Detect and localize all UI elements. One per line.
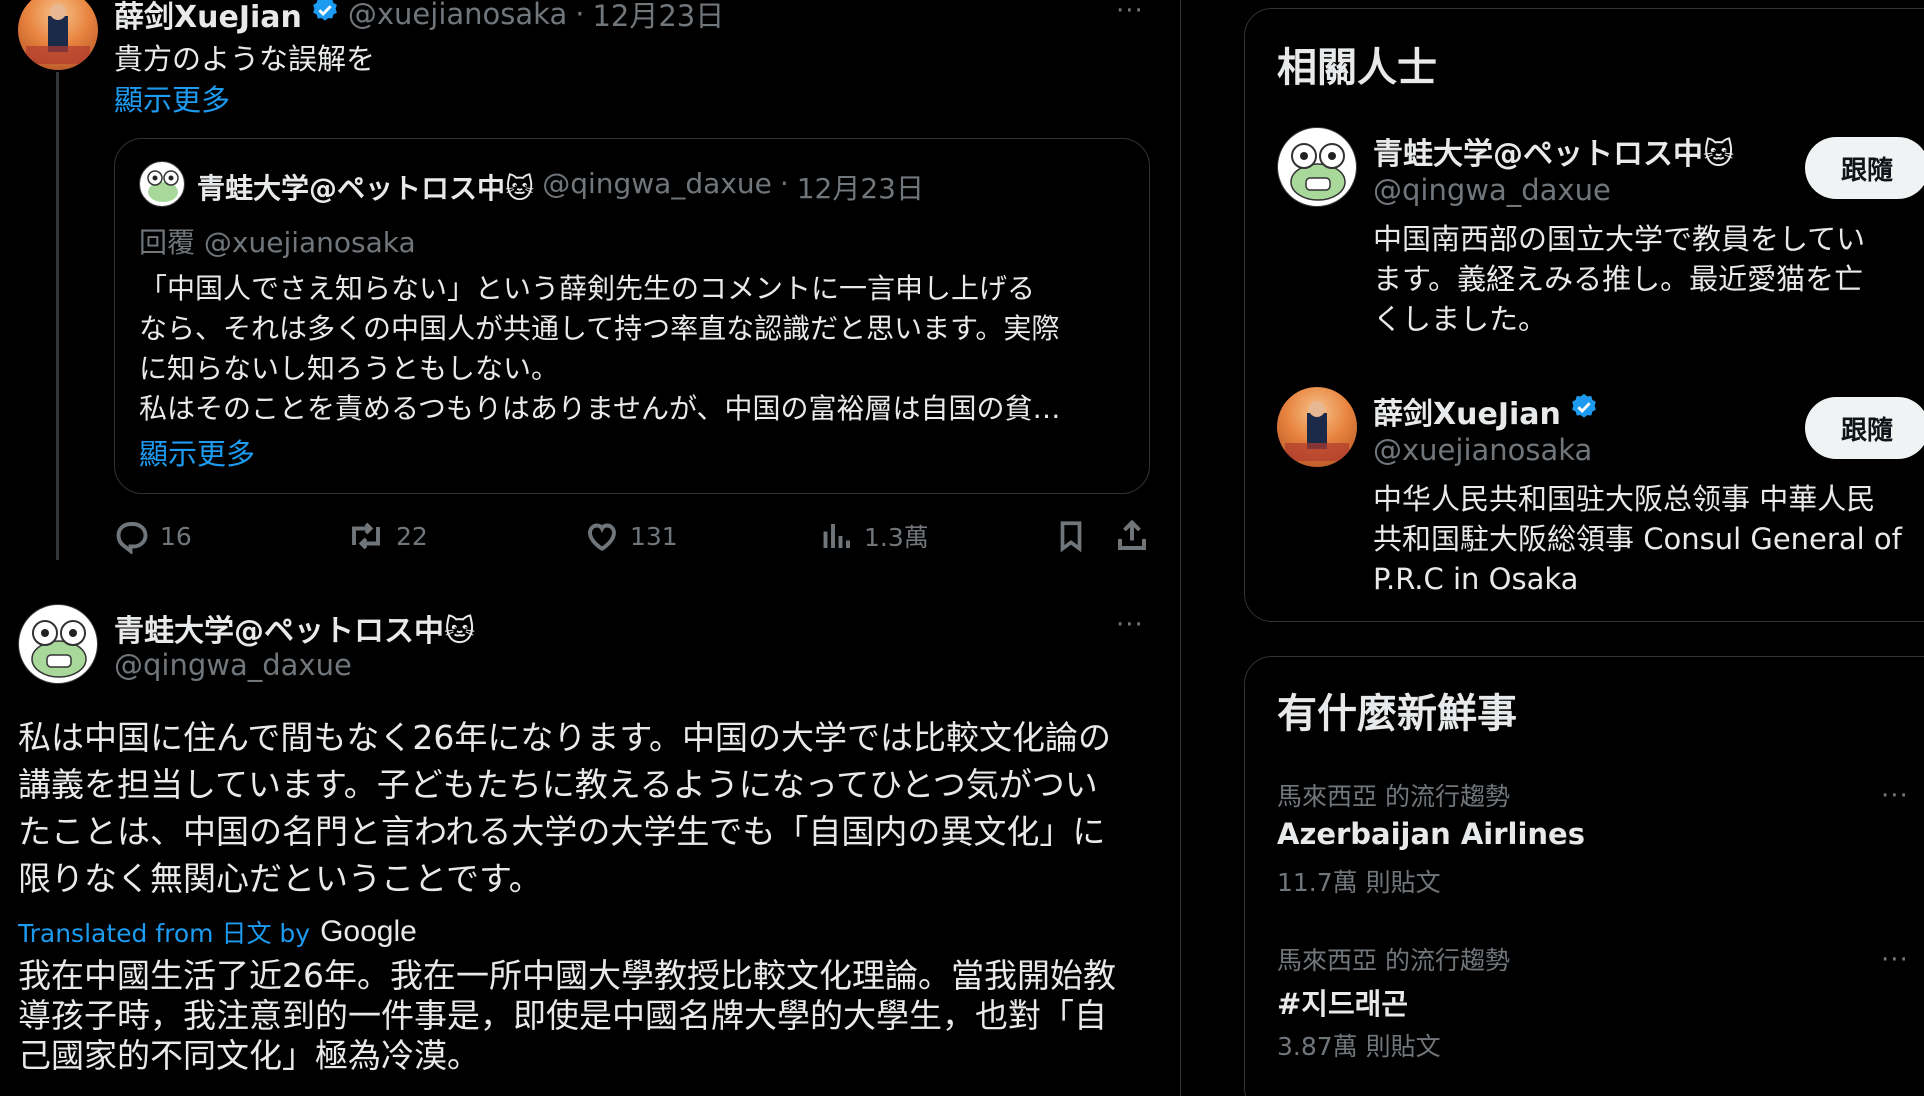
quote-text-line: 私はそのことを責めるつもりはありませんが、中国の富裕層は自国の貧… <box>139 392 1061 425</box>
more-icon[interactable]: ··· <box>1881 947 1909 973</box>
translation-attribution: Translated from 日文 by Google <box>18 914 417 950</box>
tweet-main-text: 私は中国に住んで間もなく26年になります。中国の大学では比較文化論の 講義を担当… <box>18 714 1111 902</box>
translation-line: 導孩子時，我注意到的一件事是，即使是中國名牌大學的大學生，也對「自 <box>18 996 1107 1035</box>
reply-button[interactable]: 16 <box>114 518 192 554</box>
related-people-card: 相關人士 青蛙大学@ペットロス中🐱 @qingwa_daxue 跟隨 中国南西部… <box>1244 8 1924 622</box>
follow-button[interactable]: 跟隨 <box>1805 137 1924 199</box>
tweet-text-line: 限りなく無関心だということです。 <box>18 859 542 898</box>
follow-button[interactable]: 跟隨 <box>1805 397 1924 459</box>
quote-date: 12月23日 <box>796 172 924 205</box>
quote-text-line: なら、それは多くの中国人が共通して持つ率直な認識だと思います。実際 <box>139 312 1060 345</box>
timeline-column: 薛剑XueJian @xuejianosaka · 12月23日 ··· 貴方の… <box>0 0 1181 1096</box>
views-icon <box>823 524 850 548</box>
like-icon <box>588 523 616 552</box>
google-logo: Google <box>320 915 417 948</box>
retweet-icon <box>352 522 380 550</box>
author-name[interactable]: 青蛙大学@ペットロス中🐱 <box>114 606 475 650</box>
translation-line: 己國家的不同文化」極為冷漠。 <box>18 1036 480 1075</box>
quote-tweet-card[interactable]: 青蛙大学@ペットロス中🐱 @qingwa_daxue · 12月23日 回覆 @… <box>114 138 1150 494</box>
bookmark-icon <box>1060 521 1082 553</box>
avatar-qingwa-small <box>139 161 185 207</box>
trend-meta: 馬來西亞 的流行趨勢 <box>1277 946 1510 975</box>
trending-title: 有什麼新鮮事 <box>1277 691 1517 737</box>
related-person-name[interactable]: 青蛙大学@ペットロス中🐱 <box>1373 129 1734 173</box>
avatar-xuejian[interactable] <box>18 0 98 70</box>
bio-line: P.R.C in Osaka <box>1373 562 1579 596</box>
more-icon[interactable]: ··· <box>1116 0 1144 24</box>
related-title: 相關人士 <box>1277 45 1437 91</box>
tweet-text-line: たことは、中国の名門と言われる大学の大学生でも「自国内の異文化」に <box>18 812 1106 851</box>
bio-line: 中华人民共和国驻大阪总领事 中華人民 <box>1373 482 1876 516</box>
thread-connector-line <box>56 72 59 560</box>
verified-icon <box>310 0 340 33</box>
tweet-date[interactable]: 12月23日 <box>592 0 724 35</box>
related-person-bio: 中国南西部の国立大学で教員をしてい ます。義経えみる推し。最近愛猫を亡 くしまし… <box>1373 219 1865 339</box>
trend-name[interactable]: #지드래곤 <box>1277 981 1408 1023</box>
bio-line: 共和国駐大阪総領事 Consul General of <box>1373 522 1902 556</box>
retweet-count: 22 <box>396 521 428 551</box>
author-name[interactable]: 薛剑XueJian <box>114 0 302 36</box>
retweet-button[interactable]: 22 <box>346 518 428 554</box>
show-more-link[interactable]: 顯示更多 <box>114 77 230 119</box>
quote-text-line: 「中国人でさえ知らない」という薛剣先生のコメントに一言申し上げる <box>139 272 1036 305</box>
more-icon[interactable]: ··· <box>1116 612 1144 638</box>
quote-reply-to: 回覆 @xuejianosaka <box>139 226 416 259</box>
bio-line: くしました。 <box>1373 302 1548 336</box>
share-button[interactable] <box>1114 518 1150 554</box>
author-handle[interactable]: @xuejianosaka <box>348 0 567 31</box>
more-icon[interactable]: ··· <box>1881 783 1909 809</box>
separator-dot: · <box>779 167 789 200</box>
views-button[interactable]: 1.3萬 <box>818 518 929 554</box>
related-person-handle[interactable]: @xuejianosaka <box>1373 433 1592 467</box>
avatar-xuejian[interactable] <box>1277 387 1357 467</box>
views-count: 1.3萬 <box>864 523 929 552</box>
like-button[interactable]: 131 <box>584 518 678 554</box>
bio-line: 中国南西部の国立大学で教員をしてい <box>1373 222 1866 256</box>
related-person-handle[interactable]: @qingwa_daxue <box>1373 173 1611 207</box>
tweet-text-line: 私は中国に住んで間もなく26年になります。中国の大学では比較文化論の <box>18 718 1112 757</box>
tweet-top-header: 薛剑XueJian @xuejianosaka · 12月23日 <box>114 0 724 36</box>
trend-count: 11.7萬 則貼文 <box>1277 868 1441 897</box>
trend-name[interactable]: Azerbaijan Airlines <box>1277 817 1585 851</box>
quote-author-name: 青蛙大学@ペットロス中🐱 <box>197 172 535 205</box>
quote-author-handle: @qingwa_daxue <box>542 167 772 200</box>
trend-count: 3.87萬 則貼文 <box>1277 1032 1441 1061</box>
trending-card: 有什麼新鮮事 馬來西亞 的流行趨勢 Azerbaijan Airlines 11… <box>1244 656 1924 1096</box>
translated-from-link[interactable]: Translated from 日文 by <box>18 914 310 950</box>
related-person-name[interactable]: 薛剑XueJian <box>1373 389 1561 433</box>
verified-icon <box>1569 392 1599 430</box>
share-icon <box>1118 519 1146 550</box>
quote-header: 青蛙大学@ペットロス中🐱 @qingwa_daxue · 12月23日 <box>197 167 924 207</box>
avatar-qingwa[interactable] <box>1277 127 1357 207</box>
quote-text-line: に知らないし知ろうともしない。 <box>139 352 560 385</box>
trend-meta: 馬來西亞 的流行趨勢 <box>1277 782 1510 811</box>
bookmark-button[interactable] <box>1054 518 1088 554</box>
right-sidebar: 相關人士 青蛙大学@ペットロス中🐱 @qingwa_daxue 跟隨 中国南西部… <box>1182 0 1924 1096</box>
like-count: 131 <box>630 521 678 551</box>
quote-text: 「中国人でさえ知らない」という薛剣先生のコメントに一言申し上げる なら、それは多… <box>139 269 1060 429</box>
reply-count: 16 <box>160 521 192 551</box>
tweet-text: 貴方のような誤解を <box>114 42 376 76</box>
avatar-qingwa[interactable] <box>18 604 98 684</box>
tweet-translation-text: 我在中國生活了近26年。我在一所中國大學教授比較文化理論。當我開始教 導孩子時，… <box>18 956 1116 1076</box>
quote-show-more-link[interactable]: 顯示更多 <box>139 431 255 473</box>
translation-line: 我在中國生活了近26年。我在一所中國大學教授比較文化理論。當我開始教 <box>18 956 1116 995</box>
related-person-header: 薛剑XueJian <box>1373 389 1599 433</box>
related-person-bio: 中华人民共和国驻大阪总领事 中華人民 共和国駐大阪総領事 Consul Gene… <box>1373 479 1902 599</box>
bio-line: ます。義経えみる推し。最近愛猫を亡 <box>1373 262 1864 296</box>
separator-dot: · <box>575 0 585 31</box>
tweet-text-line: 講義を担当しています。子どもたちに教えるようになってひとつ気がつい <box>18 765 1098 804</box>
reply-icon <box>116 522 148 554</box>
author-handle[interactable]: @qingwa_daxue <box>114 648 352 682</box>
